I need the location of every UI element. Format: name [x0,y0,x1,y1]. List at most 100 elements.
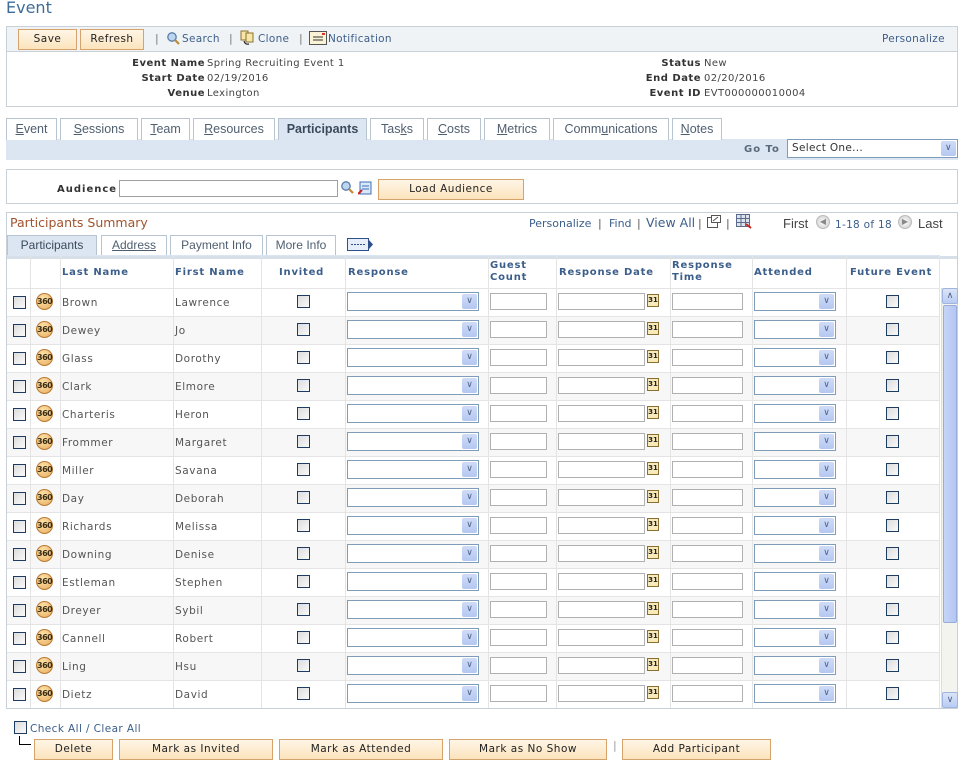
future-event-checkbox[interactable] [886,407,899,420]
grid-personalize-link[interactable]: Personalize [529,217,591,230]
tab-resources[interactable]: Resources [193,118,275,140]
clone-link[interactable]: Clone [258,33,289,45]
chevron-down-icon[interactable]: ∨ [462,406,477,421]
row-select-checkbox[interactable] [13,688,26,701]
response-select[interactable]: ∨ [347,488,479,507]
chevron-down-icon[interactable]: ∨ [819,434,834,449]
mark-invited-button[interactable]: Mark as Invited [119,739,273,760]
attended-select[interactable]: ∨ [754,460,836,479]
future-event-checkbox[interactable] [886,435,899,448]
future-event-checkbox[interactable] [886,603,899,616]
chevron-down-icon[interactable]: ∨ [462,658,477,673]
delete-button[interactable]: Delete [34,739,113,760]
calendar-icon[interactable]: 31 [647,406,659,419]
invited-checkbox[interactable] [297,659,310,672]
attended-select[interactable]: ∨ [754,348,836,367]
response-time-input[interactable] [672,433,743,450]
row-select-checkbox[interactable] [13,464,26,477]
chevron-down-icon[interactable]: ∨ [462,350,477,365]
response-time-input[interactable] [672,461,743,478]
chevron-down-icon[interactable]: ∨ [462,322,477,337]
profile-360-icon[interactable]: 360 [36,349,53,366]
clone-icon[interactable] [240,30,256,46]
save-button[interactable]: Save [18,29,77,50]
future-event-checkbox[interactable] [886,575,899,588]
profile-360-icon[interactable]: 360 [36,405,53,422]
guest-count-input[interactable] [490,489,547,506]
row-select-checkbox[interactable] [13,380,26,393]
profile-360-icon[interactable]: 360 [36,461,53,478]
chevron-down-icon[interactable]: ∨ [819,658,834,673]
guest-count-input[interactable] [490,433,547,450]
calendar-icon[interactable]: 31 [647,574,659,587]
tab-tasks[interactable]: Tasks [370,118,424,140]
response-time-input[interactable] [672,573,743,590]
calendar-icon[interactable]: 31 [647,518,659,531]
row-select-checkbox[interactable] [13,604,26,617]
chevron-down-icon[interactable]: ∨ [819,518,834,533]
load-audience-button[interactable]: Load Audience [378,179,524,200]
invited-checkbox[interactable] [297,519,310,532]
chevron-down-icon[interactable]: ∨ [462,294,477,309]
calendar-icon[interactable]: 31 [647,658,659,671]
guest-count-input[interactable] [490,545,547,562]
response-select[interactable]: ∨ [347,432,479,451]
chevron-down-icon[interactable]: ∨ [462,574,477,589]
grid-scrollbar[interactable]: ∧ ∨ [941,288,958,708]
col-attended[interactable]: Attended [754,267,813,279]
profile-360-icon[interactable]: 360 [36,629,53,646]
attended-select[interactable]: ∨ [754,488,836,507]
invited-checkbox[interactable] [297,463,310,476]
response-date-input[interactable] [558,685,645,702]
guest-count-input[interactable] [490,573,547,590]
calendar-icon[interactable]: 31 [647,322,659,335]
profile-360-icon[interactable]: 360 [36,601,53,618]
response-date-input[interactable] [558,601,645,618]
chevron-down-icon[interactable]: ∨ [819,490,834,505]
notification-icon[interactable] [309,31,327,45]
calendar-icon[interactable]: 31 [647,602,659,615]
profile-360-icon[interactable]: 360 [36,657,53,674]
attended-select[interactable]: ∨ [754,572,836,591]
response-date-input[interactable] [558,349,645,366]
calendar-icon[interactable]: 31 [647,462,659,475]
response-time-input[interactable] [672,629,743,646]
guest-count-input[interactable] [490,685,547,702]
profile-360-icon[interactable]: 360 [36,573,53,590]
col-guest-count[interactable]: Guest Count [490,260,527,284]
audience-input[interactable] [119,180,338,197]
profile-360-icon[interactable]: 360 [36,433,53,450]
invited-checkbox[interactable] [297,631,310,644]
col-response-date[interactable]: Response Date [559,267,654,279]
response-date-input[interactable] [558,433,645,450]
guest-count-input[interactable] [490,405,547,422]
attended-select[interactable]: ∨ [754,516,836,535]
row-select-checkbox[interactable] [13,492,26,505]
response-time-input[interactable] [672,685,743,702]
col-future-event[interactable]: Future Event [850,267,932,279]
calendar-icon[interactable]: 31 [647,294,659,307]
mark-attended-button[interactable]: Mark as Attended [279,739,443,760]
response-select[interactable]: ∨ [347,376,479,395]
chevron-down-icon[interactable]: ∨ [941,141,956,156]
guest-count-input[interactable] [490,293,547,310]
chevron-down-icon[interactable]: ∨ [819,406,834,421]
tab-communications[interactable]: Communications [553,118,669,140]
future-event-checkbox[interactable] [886,687,899,700]
chevron-down-icon[interactable]: ∨ [462,378,477,393]
download-excel-icon[interactable] [736,214,752,229]
response-date-input[interactable] [558,461,645,478]
lookup-icon[interactable] [340,180,354,194]
invited-checkbox[interactable] [297,295,310,308]
tab-event[interactable]: Event [6,118,57,140]
response-time-input[interactable] [672,489,743,506]
calendar-icon[interactable]: 31 [647,546,659,559]
response-date-input[interactable] [558,545,645,562]
future-event-checkbox[interactable] [886,295,899,308]
attended-select[interactable]: ∨ [754,656,836,675]
response-date-input[interactable] [558,657,645,674]
col-invited[interactable]: Invited [279,267,324,279]
chevron-down-icon[interactable]: ∨ [819,686,834,701]
response-date-input[interactable] [558,293,645,310]
row-select-checkbox[interactable] [13,408,26,421]
